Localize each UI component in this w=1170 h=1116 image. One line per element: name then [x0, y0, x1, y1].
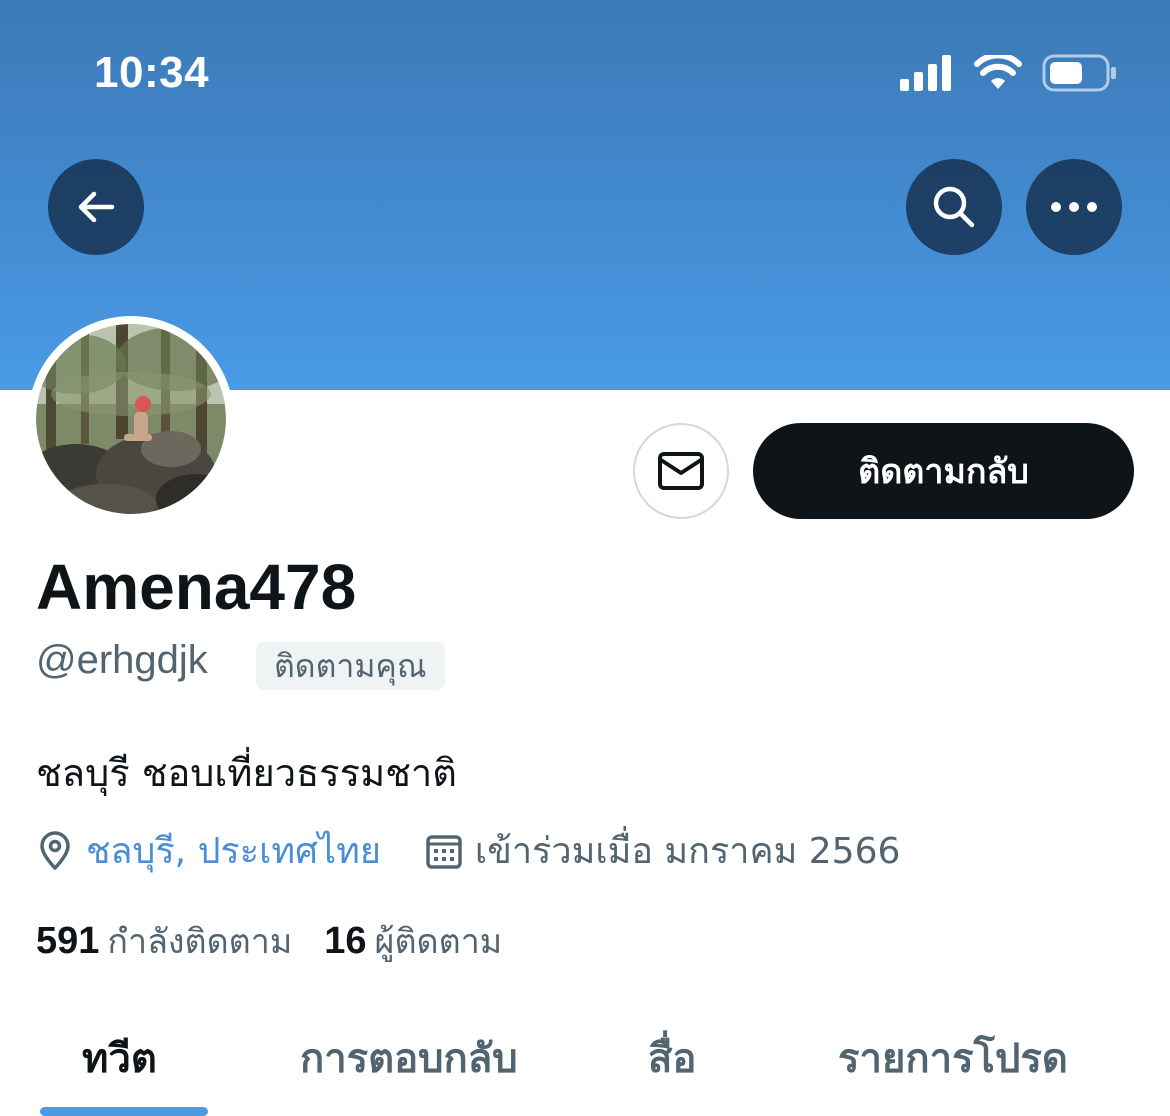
battery-icon: [1042, 54, 1116, 92]
status-bar-time: 10:34: [94, 48, 210, 97]
followers-stat[interactable]: 16 ผู้ติดตาม: [324, 914, 502, 968]
active-tab-indicator: [40, 1107, 208, 1116]
arrow-left-icon: [78, 191, 115, 223]
avatar[interactable]: [36, 324, 226, 514]
envelope-icon: [658, 452, 704, 490]
location-item: ชลบุรี, ประเทศไทย: [36, 822, 381, 879]
more-horizontal-icon: [1051, 202, 1097, 212]
following-count: 591: [36, 920, 100, 962]
wifi-icon: [974, 55, 1022, 89]
profile-tabs: ทวีต การตอบกลับ สื่อ รายการโปรด: [0, 1010, 1170, 1116]
joined-item: เข้าร่วมเมื่อ มกราคม 2566: [425, 822, 900, 879]
status-bar-icons: [900, 54, 1118, 92]
calendar-icon: [426, 834, 462, 869]
follow-back-button[interactable]: ติดตามกลับ: [753, 423, 1134, 519]
search-icon: [933, 186, 975, 228]
search-button[interactable]: [906, 159, 1002, 255]
profile-meta: ชลบุรี, ประเทศไทย เข้าร่วมเมื่อ มกราคม 2…: [36, 822, 900, 879]
cellular-signal-icon: [900, 55, 951, 91]
follows-you-badge: ติดตามคุณ: [256, 642, 445, 690]
following-stat[interactable]: 591 กำลังติดตาม: [36, 914, 292, 968]
followers-label: ผู้ติดตาม: [374, 922, 503, 962]
tab-tweets[interactable]: ทวีต: [82, 1026, 157, 1090]
user-handle: @erhgdjk: [36, 638, 208, 682]
avatar-ring: [28, 316, 234, 522]
following-label: กำลังติดตาม: [107, 922, 293, 962]
tab-likes[interactable]: รายการโปรด: [838, 1026, 1068, 1090]
message-button[interactable]: [633, 423, 729, 519]
back-button[interactable]: [48, 159, 144, 255]
follow-stats: 591 กำลังติดตาม 16 ผู้ติดตาม: [36, 914, 502, 968]
joined-date: เข้าร่วมเมื่อ มกราคม 2566: [474, 831, 901, 872]
tab-replies[interactable]: การตอบกลับ: [300, 1026, 518, 1090]
location-pin-icon: [40, 830, 70, 870]
tab-media[interactable]: สื่อ: [648, 1026, 696, 1090]
followers-count: 16: [324, 920, 367, 962]
more-options-button[interactable]: [1026, 159, 1122, 255]
display-name: Amena478: [36, 551, 357, 623]
location-link[interactable]: ชลบุรี, ประเทศไทย: [86, 822, 381, 879]
profile-bio: ชลบุรี ชอบเที่ยวธรรมชาติ: [36, 751, 457, 795]
